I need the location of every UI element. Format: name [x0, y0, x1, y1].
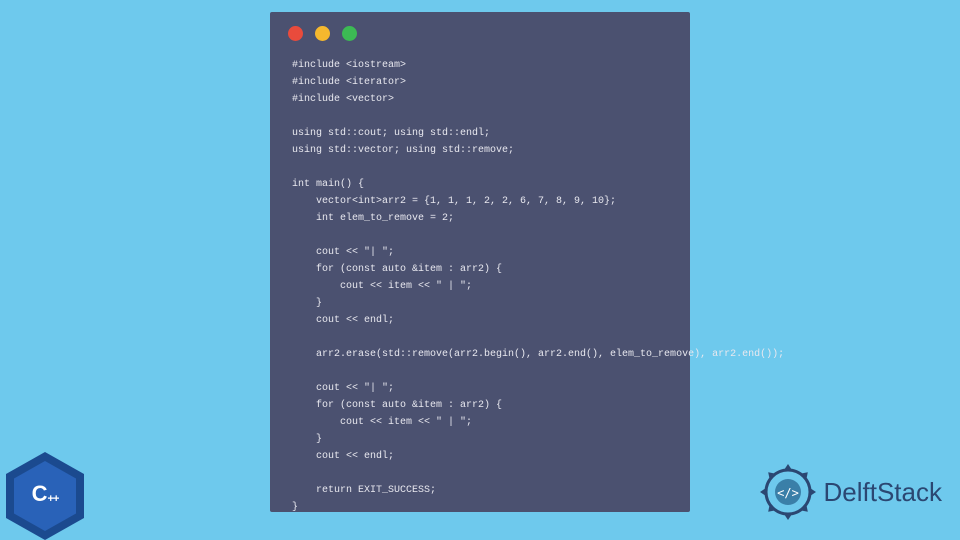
brand-name: DelftStack — [824, 477, 943, 508]
cpp-plus: ++ — [48, 493, 59, 505]
code-content: #include <iostream> #include <iterator> … — [270, 51, 690, 522]
brand-logo: </> DelftStack — [758, 462, 943, 522]
window-controls — [270, 12, 690, 51]
svg-text:</>: </> — [777, 486, 799, 500]
cpp-letter: C — [32, 481, 48, 507]
maximize-icon — [342, 26, 357, 41]
gear-flower-icon: </> — [758, 462, 818, 522]
close-icon — [288, 26, 303, 41]
cpp-logo: C++ — [6, 452, 84, 540]
code-window: #include <iostream> #include <iterator> … — [270, 12, 690, 512]
minimize-icon — [315, 26, 330, 41]
